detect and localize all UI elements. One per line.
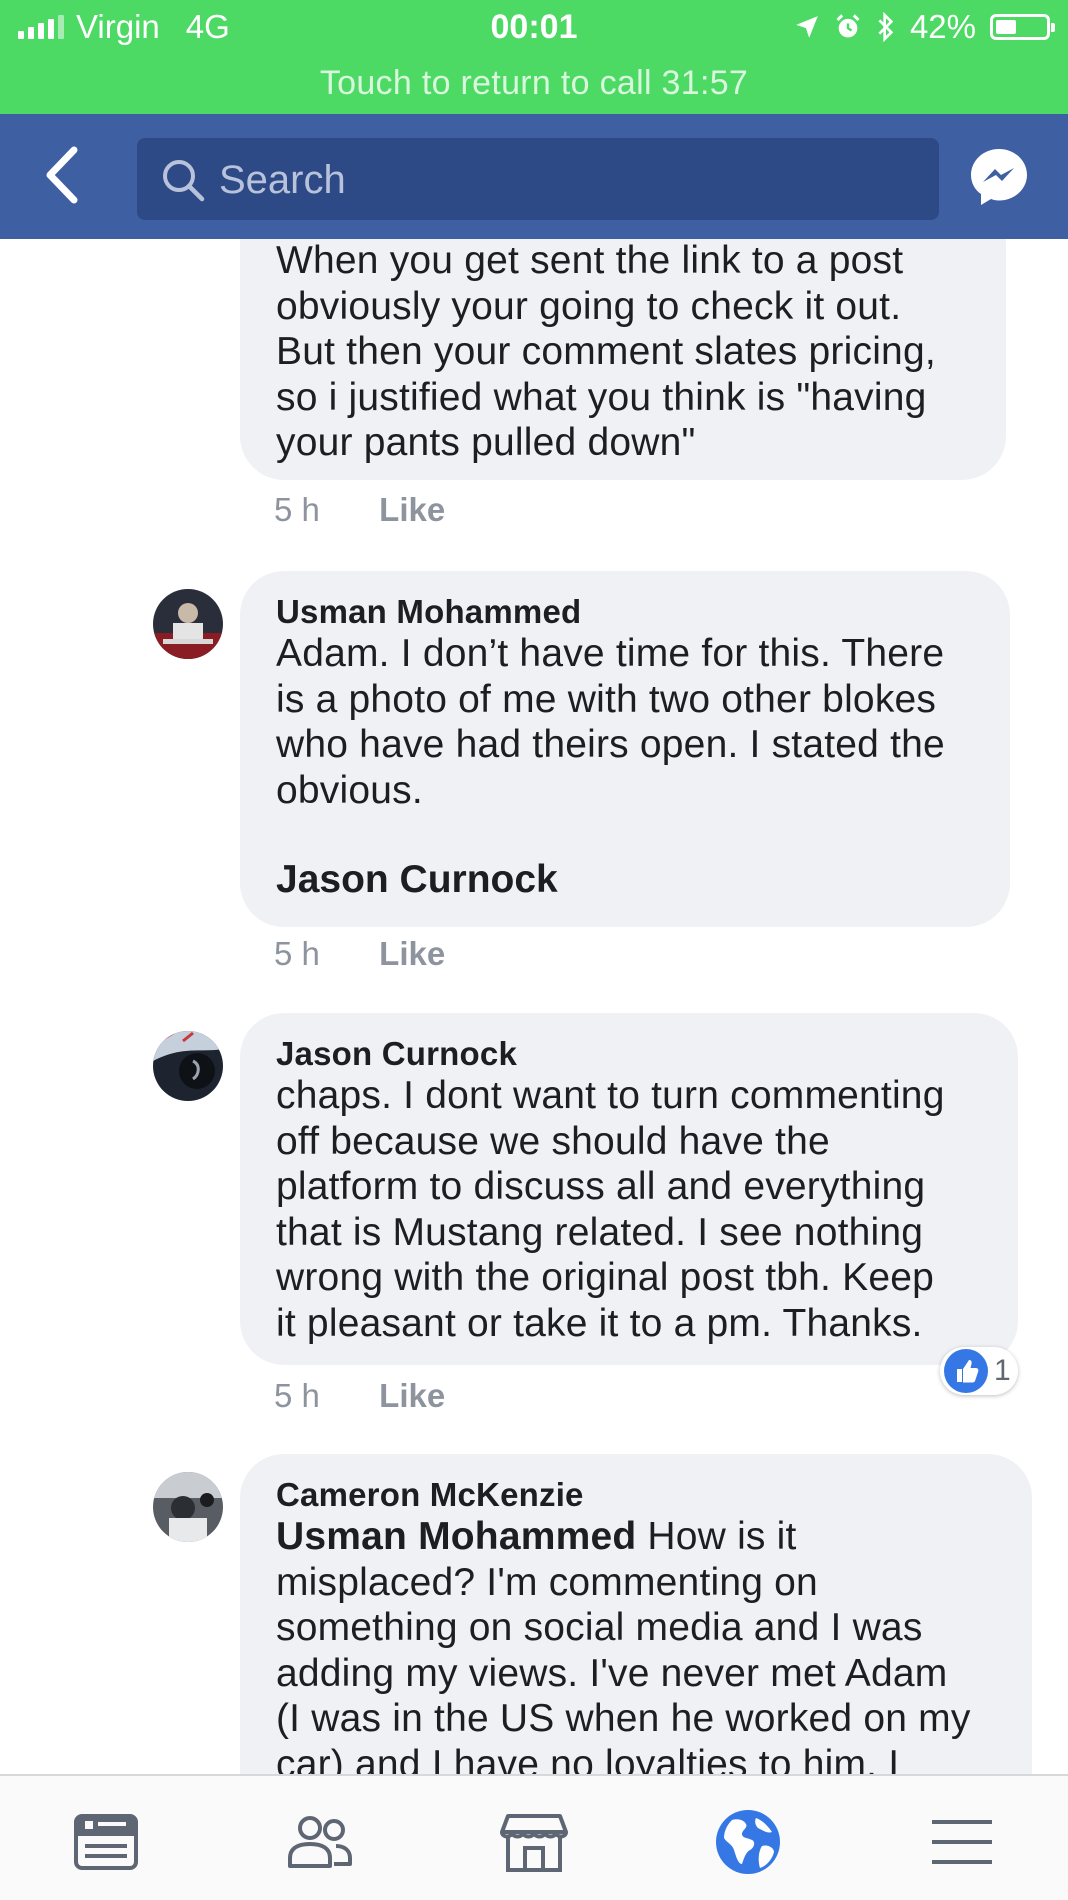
- friends-icon[interactable]: [284, 1806, 356, 1878]
- reaction-count: 1: [994, 1354, 1011, 1387]
- text-line: is a photo of me with two other blokes: [276, 677, 937, 721]
- like-button[interactable]: Like: [379, 491, 445, 528]
- comment-meta: 5 h Like: [274, 935, 445, 973]
- comment-bubble[interactable]: Usman Mohammed Adam. I don’t have time f…: [240, 571, 1010, 927]
- comments-feed[interactable]: When you get sent the link to a post obv…: [0, 239, 1068, 1774]
- comment-time: 5 h: [274, 935, 320, 972]
- battery-percent: 42%: [909, 8, 976, 45]
- back-arrow-icon[interactable]: [38, 142, 88, 208]
- text-line: off because we should have the: [276, 1119, 830, 1163]
- messenger-icon[interactable]: [968, 146, 1030, 208]
- text-line: obvious.: [276, 768, 423, 812]
- comment-text: chaps. I dont want to turn commenting of…: [276, 1073, 982, 1346]
- text-line: platform to discuss all and everything: [276, 1165, 926, 1208]
- reaction-badge[interactable]: 1: [940, 1347, 1018, 1395]
- alarm-icon: [836, 14, 860, 38]
- comment-author[interactable]: Usman Mohammed: [276, 593, 974, 631]
- battery-icon: [990, 14, 1055, 40]
- mention-link[interactable]: Jason Curnock: [276, 857, 974, 903]
- comment-text: Usman Mohammed How is it misplaced? I'm …: [276, 1514, 996, 1774]
- bluetooth-icon: [878, 11, 894, 43]
- like-button[interactable]: Like: [379, 1377, 445, 1414]
- text-line: it pleasant or take it to a pm. Thanks.: [276, 1301, 923, 1345]
- comment-text: Adam. I don’t have time for this. There …: [276, 631, 974, 813]
- text-line: When you get sent the link to a post: [276, 239, 904, 282]
- text-line: adding my views. I've never met Adam: [276, 1651, 948, 1695]
- text-line: wrong with the original post tbh. Keep: [276, 1256, 934, 1299]
- avatar[interactable]: [153, 1031, 223, 1101]
- notifications-globe-icon[interactable]: [712, 1806, 784, 1878]
- comment-bubble[interactable]: When you get sent the link to a post obv…: [240, 239, 1006, 480]
- avatar[interactable]: [153, 589, 223, 659]
- text-line: misplaced? I'm commenting on: [276, 1560, 818, 1604]
- comment-time: 5 h: [274, 1377, 320, 1414]
- text-line: something on social media and I was: [276, 1606, 923, 1649]
- text-line: so i justified what you think is "having: [276, 375, 927, 419]
- mention-link[interactable]: Usman Mohammed: [276, 1515, 636, 1558]
- text-line: But then your comment slates pricing,: [276, 330, 936, 373]
- avatar[interactable]: [153, 1472, 223, 1542]
- text-line: that is Mustang related. I see nothing: [276, 1210, 924, 1254]
- comment-meta: 5 h Like: [274, 1377, 445, 1415]
- comment-bubble[interactable]: Jason Curnock chaps. I dont want to turn…: [240, 1013, 1018, 1365]
- search-placeholder: Search: [219, 158, 346, 202]
- status-bar: Virgin 4G 00:01 42% Touch to return to c…: [0, 0, 1068, 114]
- comment-author[interactable]: Jason Curnock: [276, 1035, 982, 1073]
- text-line: obviously your going to check it out.: [276, 284, 902, 328]
- comment-text: When you get sent the link to a post obv…: [276, 239, 970, 466]
- like-button[interactable]: Like: [379, 935, 445, 972]
- comment-author[interactable]: Cameron McKenzie: [276, 1476, 996, 1514]
- comment-meta: 5 h Like: [274, 491, 445, 529]
- menu-icon[interactable]: [926, 1806, 998, 1878]
- text-fragment: How is it: [636, 1515, 797, 1558]
- text-line: your pants pulled down": [276, 421, 696, 464]
- marketplace-icon[interactable]: [498, 1806, 570, 1878]
- search-bar[interactable]: Search: [137, 138, 939, 220]
- return-to-call-banner[interactable]: Touch to return to call 31:57: [0, 64, 1068, 103]
- text-line: car) and I have no loyalties to him. I: [276, 1742, 900, 1775]
- comment-time: 5 h: [274, 491, 320, 528]
- top-navigation-bar: Search: [0, 114, 1068, 239]
- location-arrow-icon: [796, 16, 818, 38]
- text-line: Usman Mohammed How is it: [276, 1514, 996, 1560]
- search-icon: [163, 160, 205, 202]
- comment-bubble[interactable]: Cameron McKenzie Usman Mohammed How is i…: [240, 1454, 1032, 1774]
- text-line: Adam. I don’t have time for this. There: [276, 632, 945, 675]
- text-line: who have had theirs open. I stated the: [276, 723, 945, 766]
- text-line: chaps. I dont want to turn commenting: [276, 1074, 945, 1117]
- news-feed-icon[interactable]: [70, 1806, 142, 1878]
- like-reaction-icon: [944, 1349, 988, 1393]
- text-line: (I was in the US when he worked on my: [276, 1697, 971, 1740]
- bottom-tab-bar: [0, 1774, 1068, 1900]
